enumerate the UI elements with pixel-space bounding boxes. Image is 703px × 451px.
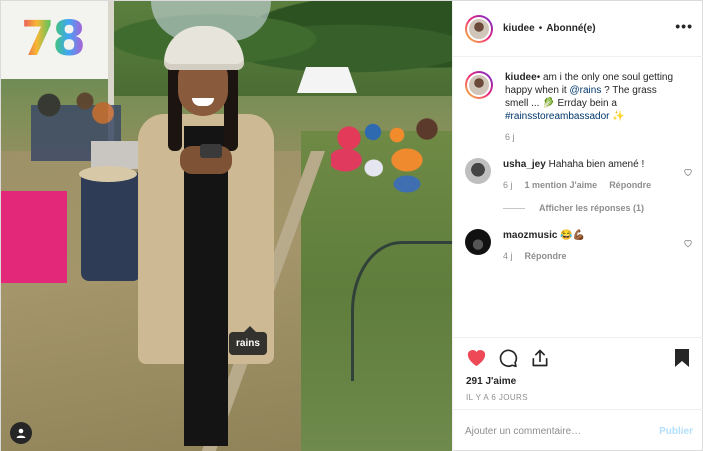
caption-meta: 6 j (505, 131, 680, 144)
share-icon (532, 349, 548, 366)
phone (200, 144, 222, 158)
author-avatar[interactable] (465, 14, 493, 43)
author-username[interactable]: kiudee (503, 23, 535, 34)
post-sidebar: kiudee • Abonné(e) ••• kiudee• am i the … (452, 1, 703, 451)
share-button[interactable] (529, 347, 551, 369)
instagram-post: 78 rains kiudee • Abonné(e) ••• kiudee• … (0, 0, 703, 451)
post-date[interactable]: IL Y A 6 JOURS (466, 393, 528, 402)
action-bar (453, 337, 703, 377)
follow-status[interactable]: Abonné(e) (546, 23, 595, 34)
caption-text-3: ✨ (609, 111, 625, 122)
product-tag-rains[interactable]: rains (229, 326, 267, 355)
add-comment-bar: Publier (453, 409, 703, 451)
reply-button[interactable]: Répondre (609, 180, 651, 190)
caption-username[interactable]: kiudee (505, 72, 537, 83)
comment-like-icon[interactable] (683, 238, 693, 248)
comment-item: usha_jey Hahaha bien amené ! 6 j 1 mentio… (465, 158, 693, 215)
black-jumpsuit (184, 126, 228, 446)
post-photo[interactable]: 78 rains (1, 1, 452, 451)
kids-playing (331, 136, 426, 216)
caption-age[interactable]: 6 j (505, 132, 515, 142)
comment-input[interactable] (465, 425, 660, 437)
post-header: kiudee • Abonné(e) ••• (453, 1, 703, 57)
pink-table (1, 191, 67, 283)
garden-hose (351, 241, 452, 381)
comment-username[interactable]: maozmusic (503, 230, 557, 241)
comment-like-icon[interactable] (683, 167, 693, 177)
comment-text: 😂💪🏾 (560, 230, 586, 241)
comment-text: Hahaha bien amené ! (548, 159, 645, 170)
comment-button[interactable] (497, 347, 519, 369)
commenter-avatar[interactable] (465, 158, 491, 184)
hashtag-link[interactable]: #rainsstoreambassador (505, 111, 610, 122)
sign-78: 78 (21, 11, 86, 67)
header-separator: • (538, 23, 543, 34)
user-tag-button[interactable] (10, 422, 32, 444)
bucket-hat (164, 26, 244, 70)
user-tag-icon (16, 428, 26, 438)
like-button[interactable] (465, 347, 487, 369)
comment-age[interactable]: 6 j (503, 180, 513, 190)
reply-button[interactable]: Répondre (525, 251, 567, 261)
save-button[interactable] (671, 347, 693, 369)
comment-item: maozmusic 😂💪🏾 4 j Répondre (465, 229, 693, 263)
heart-icon (467, 350, 485, 367)
caption: kiudee• am i the only one soul getting h… (465, 71, 693, 144)
mention-link[interactable]: @rains (570, 85, 602, 96)
view-replies-label: Afficher les réponses (1) (539, 203, 645, 213)
hanging-bag (81, 171, 141, 281)
stall-table (91, 141, 141, 169)
view-replies-button[interactable]: Afficher les réponses (1) (503, 202, 693, 215)
replies-line (503, 208, 525, 209)
woman-in-raincoat (136, 26, 276, 451)
publish-button[interactable]: Publier (659, 426, 693, 437)
comments-list: kiudee• am i the only one soul getting h… (453, 57, 703, 337)
comment-meta: 4 j Répondre (503, 250, 693, 263)
straw-hat (79, 166, 137, 182)
stall-tent: 78 (1, 1, 111, 79)
comment-likes[interactable]: 1 mention J'aime (525, 180, 598, 190)
caption-avatar[interactable] (465, 71, 493, 99)
bookmark-icon (675, 348, 689, 367)
commenter-avatar[interactable] (465, 229, 491, 255)
comment-icon (499, 349, 518, 367)
likes-count[interactable]: 291 J'aime (466, 376, 516, 387)
comment-meta: 6 j 1 mention J'aime Répondre (503, 179, 693, 192)
more-icon[interactable]: ••• (675, 19, 693, 33)
comment-username[interactable]: usha_jey (503, 159, 546, 170)
comment-age[interactable]: 4 j (503, 251, 513, 261)
far-tent (297, 67, 357, 93)
